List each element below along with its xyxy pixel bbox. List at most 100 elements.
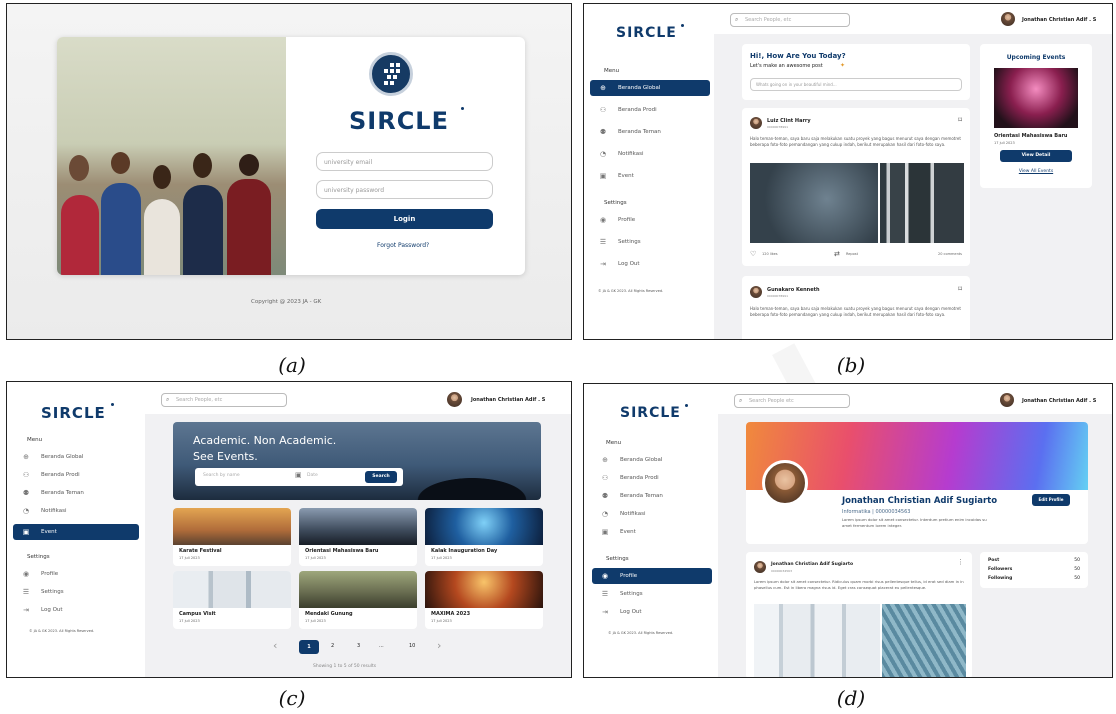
nav-label: Beranda Prodi <box>618 107 657 113</box>
settings-title: Settings <box>27 554 50 560</box>
nav-beranda-global[interactable]: ⊕ Beranda Global <box>592 452 712 468</box>
nav-settings[interactable]: ☰ Settings <box>592 586 712 602</box>
profile-prodi: Informatika | 00000034563 <box>842 509 911 515</box>
menu-title: Menu <box>604 68 620 74</box>
bookmark-icon[interactable]: ⌑ <box>958 285 962 293</box>
date-filter[interactable]: Date <box>307 473 318 478</box>
event-name-search[interactable]: Search by name <box>203 473 240 478</box>
profile-avatar[interactable] <box>762 460 808 506</box>
view-detail-button[interactable]: View Detail <box>1000 150 1072 162</box>
nav-profile[interactable]: ◉ Profile <box>592 568 712 584</box>
event-title: Orientasi Mahasiswa Baru <box>305 548 379 554</box>
nav-label: Log Out <box>618 261 640 267</box>
nav-label: Settings <box>618 239 641 245</box>
nav-profile[interactable]: ◉ Profile <box>13 566 139 582</box>
search-input[interactable]: ⌕ Search People, etc <box>161 393 287 407</box>
next-page-icon[interactable]: › <box>437 639 441 652</box>
nav-event[interactable]: ▣ Event <box>13 524 139 540</box>
event-card[interactable]: MAXIMA 2023 17 juli 2023 <box>425 571 543 629</box>
search-input[interactable]: ⌕ Search People etc <box>734 394 850 408</box>
post-author[interactable]: Luiz Clint Harry <box>767 118 811 124</box>
nav-beranda-teman[interactable]: ⚉ Beranda Teman <box>590 124 710 140</box>
user-avatar[interactable] <box>1001 12 1015 26</box>
edit-profile-button[interactable]: Edit Profile <box>1032 494 1070 506</box>
user-avatar[interactable] <box>1000 393 1014 407</box>
stat-label[interactable]: Following <box>988 576 1012 581</box>
post-image-eagle[interactable] <box>750 163 878 243</box>
user-avatar[interactable] <box>447 392 462 407</box>
user-name[interactable]: Jonathan Christian Adif . S <box>1022 398 1096 404</box>
panel-login: SIRCLE university email university passw… <box>6 3 572 340</box>
event-card[interactable]: Karate Festival 17 juli 2023 <box>173 508 291 566</box>
profile-icon: ◉ <box>601 572 609 580</box>
event-card[interactable]: Orientasi Mahasiswa Baru 17 juli 2023 <box>299 508 417 566</box>
search-input[interactable]: ⌕ Search People, etc <box>730 13 850 27</box>
nav-beranda-global[interactable]: ⊕ Beranda Global <box>13 449 139 465</box>
event-card[interactable]: Mendaki Gunung 17 juli 2023 <box>299 571 417 629</box>
nav-notifikasi[interactable]: ◔ Notifikasi <box>590 146 710 162</box>
stat-label[interactable]: Followers <box>988 567 1012 572</box>
search-icon: ⌕ <box>735 16 739 23</box>
page-1-button[interactable]: 1 <box>299 640 319 654</box>
event-search-button[interactable]: Search <box>365 471 397 483</box>
party-icon: ✦ <box>840 62 846 69</box>
nav-label: Profile <box>41 571 59 577</box>
comments-count[interactable]: 20 comments <box>938 252 962 256</box>
post-author[interactable]: Gunakaro Kenneth <box>767 287 820 293</box>
event-image-concert[interactable] <box>994 68 1078 128</box>
more-options-icon[interactable]: ⋮ <box>957 558 964 566</box>
nav-event[interactable]: ▣ Event <box>590 168 710 184</box>
nav-logout[interactable]: ⇥ Log Out <box>592 604 712 620</box>
stat-label: Post <box>988 558 1000 563</box>
post-input[interactable]: Whats going on in your beautiful mind... <box>750 78 962 91</box>
nav-settings[interactable]: ☰ Settings <box>590 234 710 250</box>
post-author[interactable]: Jonathan Christian Adif Sugiarto <box>771 562 853 567</box>
event-title: Kalak Inauguration Day <box>431 548 498 554</box>
panel-feed: SIRCLE Menu ⊕ Beranda Global ⚇ Beranda Pro… <box>583 3 1113 340</box>
view-all-events-link[interactable]: View All Events <box>980 169 1092 174</box>
nav-logout[interactable]: ⇥ Log Out <box>590 256 710 272</box>
post-image-building[interactable] <box>754 604 880 677</box>
email-field[interactable]: university email <box>316 152 493 171</box>
users-icon: ⚇ <box>22 471 30 479</box>
page-3-button[interactable]: 3 <box>357 643 360 649</box>
user-name[interactable]: Jonathan Christian Adif . S <box>1022 17 1096 23</box>
search-placeholder: Search People, etc <box>745 17 792 23</box>
likes-count: 120 likes <box>762 252 778 256</box>
nav-notifikasi[interactable]: ◔ Notifikasi <box>13 503 139 519</box>
topbar: ⌕ Search People, etc Jonathan Christian A… <box>145 382 571 414</box>
event-title: Karate Festival <box>179 548 222 554</box>
page-2-button[interactable]: 2 <box>331 643 334 649</box>
nav-profile[interactable]: ◉ Profile <box>590 212 710 228</box>
nav-beranda-global[interactable]: ⊕ Beranda Global <box>590 80 710 96</box>
event-name: Orientasi Mahasiswa Baru <box>994 133 1068 139</box>
nav-notifikasi[interactable]: ◔ Notifikasi <box>592 506 712 522</box>
user-name[interactable]: Jonathan Christian Adif . S <box>471 397 545 403</box>
like-icon[interactable]: ♡ <box>750 250 756 258</box>
password-field[interactable]: university password <box>316 180 493 199</box>
event-image <box>173 571 291 608</box>
nav-logout[interactable]: ⇥ Log Out <box>13 602 139 618</box>
nav-beranda-prodi[interactable]: ⚇ Beranda Prodi <box>592 470 712 486</box>
menu-title: Menu <box>27 437 43 443</box>
nav-settings[interactable]: ☰ Settings <box>13 584 139 600</box>
bell-icon: ◔ <box>601 510 609 518</box>
bookmark-icon[interactable]: ⌑ <box>958 116 962 124</box>
profile-main: Jonathan Christian Adif Sugiarto Informa… <box>718 414 1112 677</box>
nav-beranda-teman[interactable]: ⚉ Beranda Teman <box>592 488 712 504</box>
event-card[interactable]: Campus Visit 17 juli 2023 <box>173 571 291 629</box>
post-image-facade[interactable] <box>882 604 966 677</box>
nav-beranda-prodi[interactable]: ⚇ Beranda Prodi <box>13 467 139 483</box>
post-image-forest[interactable] <box>880 163 964 243</box>
prev-page-icon[interactable]: ‹ <box>273 639 277 652</box>
nav-beranda-prodi[interactable]: ⚇ Beranda Prodi <box>590 102 710 118</box>
nav-beranda-teman[interactable]: ⚉ Beranda Teman <box>13 485 139 501</box>
forgot-password-link[interactable]: Forgot Password? <box>377 242 429 249</box>
login-card: SIRCLE university email university passw… <box>57 37 525 275</box>
repost-icon[interactable]: ⇄ <box>834 250 840 258</box>
page-10-button[interactable]: 10 <box>409 643 415 649</box>
event-card[interactable]: Kalak Inauguration Day 17 juli 2023 <box>425 508 543 566</box>
stat-value: 50 <box>1074 576 1080 581</box>
nav-event[interactable]: ▣ Event <box>592 524 712 540</box>
login-button[interactable]: Login <box>316 209 493 229</box>
